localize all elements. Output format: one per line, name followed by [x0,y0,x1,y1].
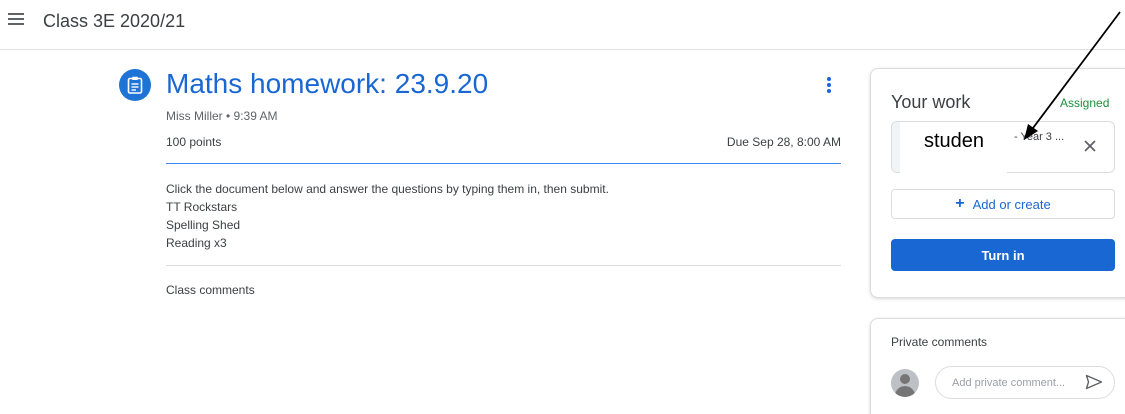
instruction-line: TT Rockstars [166,200,238,214]
assignment-title: Maths homework: 23.9.20 [166,68,489,99]
avatar [891,369,919,397]
instructions: Click the document below and answer the … [166,180,609,252]
class-comments-link[interactable]: Class comments [166,283,255,297]
plus-icon: + [955,195,965,212]
instruction-line: Click the document below and answer the … [166,182,609,196]
private-comments-title: Private comments [891,335,988,349]
redaction-label: studen [900,122,1007,174]
title-divider [166,163,841,164]
status-badge: Assigned [1060,96,1110,110]
class-title[interactable]: Class 3E 2020/21 [43,11,185,32]
hamburger-menu-icon[interactable] [8,13,24,27]
add-or-create-label: Add or create [972,196,1051,212]
close-icon[interactable] [1082,138,1098,154]
send-icon[interactable] [1085,374,1103,390]
turn-in-button[interactable]: Turn in [891,239,1115,271]
your-work-title: Your work [891,92,971,112]
instruction-line: Reading x3 [166,236,227,250]
assignment-icon [119,69,151,101]
points-label: 100 points [166,135,222,149]
add-or-create-button[interactable]: + Add or create [891,189,1115,219]
top-bar: Class 3E 2020/21 [0,0,1125,50]
due-date: Due Sep 28, 8:00 AM [726,135,841,149]
instruction-line: Spelling Shed [166,218,241,232]
attachment-name: - Year 3 ... [1014,131,1065,143]
more-options-icon[interactable] [822,77,836,97]
comments-divider [166,265,841,266]
assignment-meta: Miss Miller • 9:39 AM [166,109,278,123]
